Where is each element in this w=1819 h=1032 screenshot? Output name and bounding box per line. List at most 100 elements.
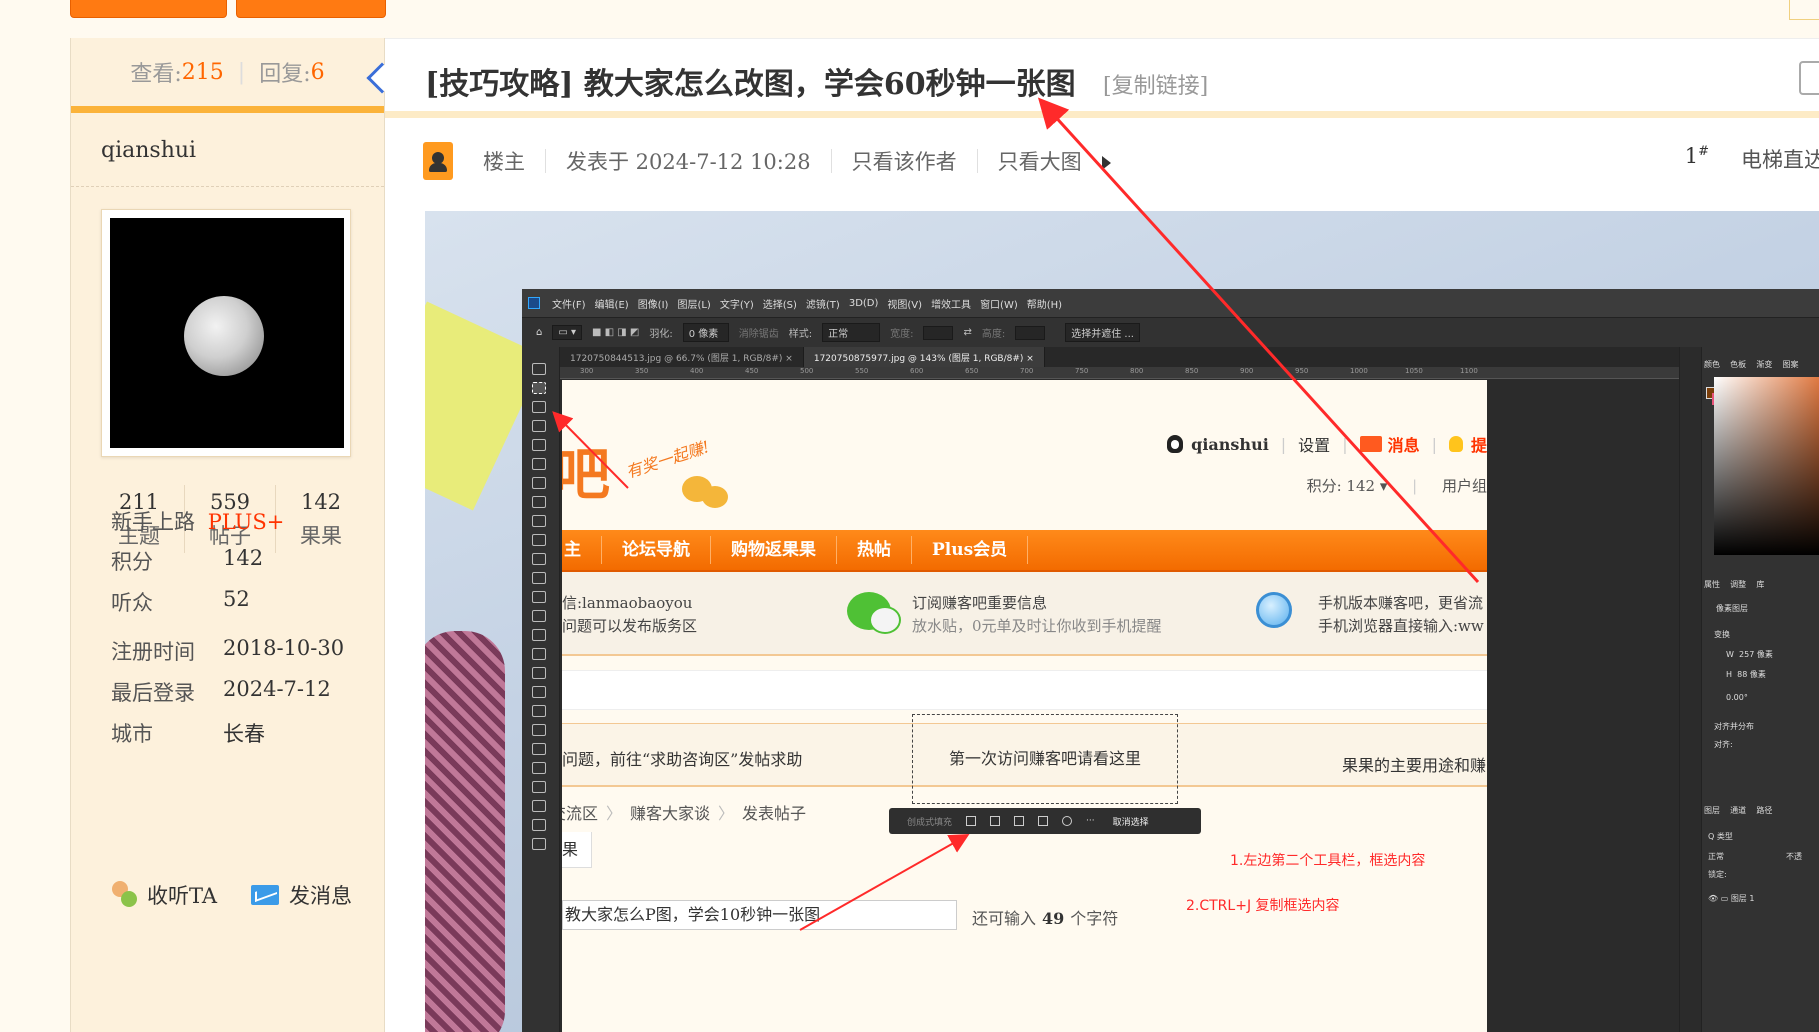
rank-label[interactable]: 新手上路 [111,510,195,534]
ps-tool-icon[interactable] [532,743,546,755]
ps-menu-item[interactable]: 图像(I) [638,296,669,311]
panel-tab[interactable]: 色板 [1730,360,1746,369]
ps-tool-icon[interactable] [532,724,546,736]
panel-tab[interactable]: 库 [1756,580,1764,589]
send-message-link[interactable]: 发消息 [289,880,352,910]
ps-tool-icon[interactable] [532,667,546,679]
panel-tab[interactable]: 颜色 [1704,360,1720,369]
w-value[interactable]: 257 像素 [1739,650,1773,659]
panel-tab[interactable]: 图案 [1783,360,1799,369]
more-icon[interactable]: ··· [1086,816,1095,826]
swap-icon[interactable]: ⇄ [963,327,971,338]
panel-tab[interactable]: 通道 [1730,806,1746,815]
marquee-tool-preset[interactable]: ▭ ▾ [552,325,583,340]
document-tab[interactable]: 1720750844513.jpg @ 66.7% (图层 1, RGB/8#)… [560,347,804,367]
invert-icon[interactable] [1062,816,1073,826]
rotation-angle[interactable]: 0.00° [1726,693,1748,702]
ps-tool-icon[interactable] [532,477,546,489]
blend-mode-select[interactable]: 正常 [1708,851,1724,862]
ps-tool-icon[interactable] [532,534,546,546]
layer-row[interactable]: 👁 ▭ 图层 1 [1708,893,1754,904]
ps-menu-item[interactable]: 图层(L) [677,296,710,311]
color-panel-tabs[interactable]: 颜色 色板 渐变 图案 [1704,359,1799,370]
transform-section[interactable]: 变换 [1714,629,1730,640]
ps-tool-icon[interactable] [532,819,546,831]
ps-tool-icon[interactable] [532,553,546,565]
color-picker-field[interactable] [1714,377,1819,555]
deselect-button[interactable]: 取消选择 [1113,815,1149,828]
ps-tool-icon[interactable] [532,420,546,432]
ps-tool-icon[interactable] [532,648,546,660]
message-icon[interactable] [251,885,280,905]
ps-tool-icon[interactable] [532,686,546,698]
transform-icon[interactable] [966,816,977,826]
rect-marquee-tool-icon[interactable] [532,382,546,394]
ps-canvas[interactable]: 吧 有奖一起赚! qianshui | 设置 | 消息 | 提 积分: 142 … [562,380,1487,1032]
properties-panel-tabs[interactable]: 属性 调整 库 [1704,579,1764,590]
fill-icon[interactable] [1038,816,1049,826]
top-nav-button-1[interactable] [70,0,227,18]
ps-tool-icon[interactable] [532,572,546,584]
document-tab-active[interactable]: 1720750875977.jpg @ 143% (图层 1, RGB/8#) … [803,347,1045,367]
ps-tool-icon[interactable] [532,781,546,793]
only-author-link[interactable]: 只看该作者 [852,146,957,176]
transform-h[interactable]: H 88 像素 [1726,669,1766,680]
ps-tool-icon[interactable] [532,439,546,451]
home-icon[interactable]: ⌂ [536,327,542,338]
layers-panel-tabs[interactable]: 图层 通道 路径 [1704,805,1772,816]
copy-link-button[interactable]: [复制链接] [1103,68,1208,100]
ps-menu-item[interactable]: 窗口(W) [980,296,1018,311]
ps-tool-icon[interactable] [532,800,546,812]
mask-icon[interactable] [1014,816,1025,826]
ps-tool-icon[interactable] [532,838,546,850]
ps-menu-item[interactable]: 文字(Y) [720,296,754,311]
panel-tab[interactable]: 图层 [1704,806,1720,815]
ps-menu-item[interactable]: 3D(D) [849,298,879,309]
ps-tool-icon[interactable] [532,515,546,527]
ps-menu-item[interactable]: 滤镜(T) [806,296,840,311]
ps-tool-icon[interactable] [532,458,546,470]
antialias-checkbox[interactable]: 消除锯齿 [739,325,779,340]
thread-title[interactable]: [技巧攻略] 教大家怎么改图，学会60秒钟一张图 [425,59,1076,103]
layer-kind-filter[interactable]: Q 类型 [1708,831,1733,842]
elevator-link[interactable]: 电梯直达 [1741,144,1819,174]
panel-tab[interactable]: 调整 [1730,580,1746,589]
ps-menu-item[interactable]: 选择(S) [763,296,797,311]
count-fruit[interactable]: 142 果果 [275,485,366,553]
print-icon[interactable] [1799,61,1819,95]
height-input[interactable] [1015,325,1046,340]
ps-tool-icon[interactable] [532,762,546,774]
only-images-link[interactable]: 只看大图 [998,146,1082,176]
ps-menu-item[interactable]: 视图(V) [887,296,922,311]
ps-tool-icon[interactable] [532,591,546,603]
post-image[interactable]: 文件(F) 编辑(E) 图像(I) 图层(L) 文字(Y) 选择(S) 滤镜(T… [425,211,1819,1032]
ps-tool-icon[interactable] [532,363,546,375]
width-input[interactable] [923,325,954,340]
panel-tab[interactable]: 渐变 [1756,360,1772,369]
ps-tool-icon[interactable] [532,629,546,641]
align-distribute-section[interactable]: 对齐并分布 [1714,721,1754,732]
author-username[interactable]: qianshui [71,113,384,187]
generative-fill-button[interactable]: 创成式填充 [907,815,952,828]
expand-icon[interactable] [990,816,1001,826]
floor-number[interactable]: 1# [1685,144,1709,168]
feather-input[interactable]: 0 像素 [682,323,729,342]
ps-tool-icon[interactable] [532,705,546,717]
h-value[interactable]: 88 像素 [1737,670,1766,679]
plus-badge[interactable]: PLUS+ [208,510,285,534]
ps-tool-icon[interactable] [532,496,546,508]
follow-link[interactable]: 收听TA [147,880,217,910]
selection-mode-icons[interactable]: ■ ◧ ◨ ◩ [592,327,639,338]
ps-menu-item[interactable]: 帮助(H) [1027,296,1062,311]
style-select[interactable]: 正常 [822,323,881,342]
avatar[interactable] [101,209,351,457]
ps-menu-item[interactable]: 文件(F) [552,296,586,311]
follow-icon[interactable] [109,881,139,909]
panel-tab[interactable]: 路径 [1756,806,1772,815]
play-icon[interactable] [1101,156,1111,170]
ps-menu-item[interactable]: 增效工具 [931,296,971,311]
ps-tool-icon[interactable] [532,610,546,622]
ps-tool-icon[interactable] [532,401,546,413]
top-nav-button-2[interactable] [236,0,386,18]
panel-tab[interactable]: 属性 [1704,580,1720,589]
